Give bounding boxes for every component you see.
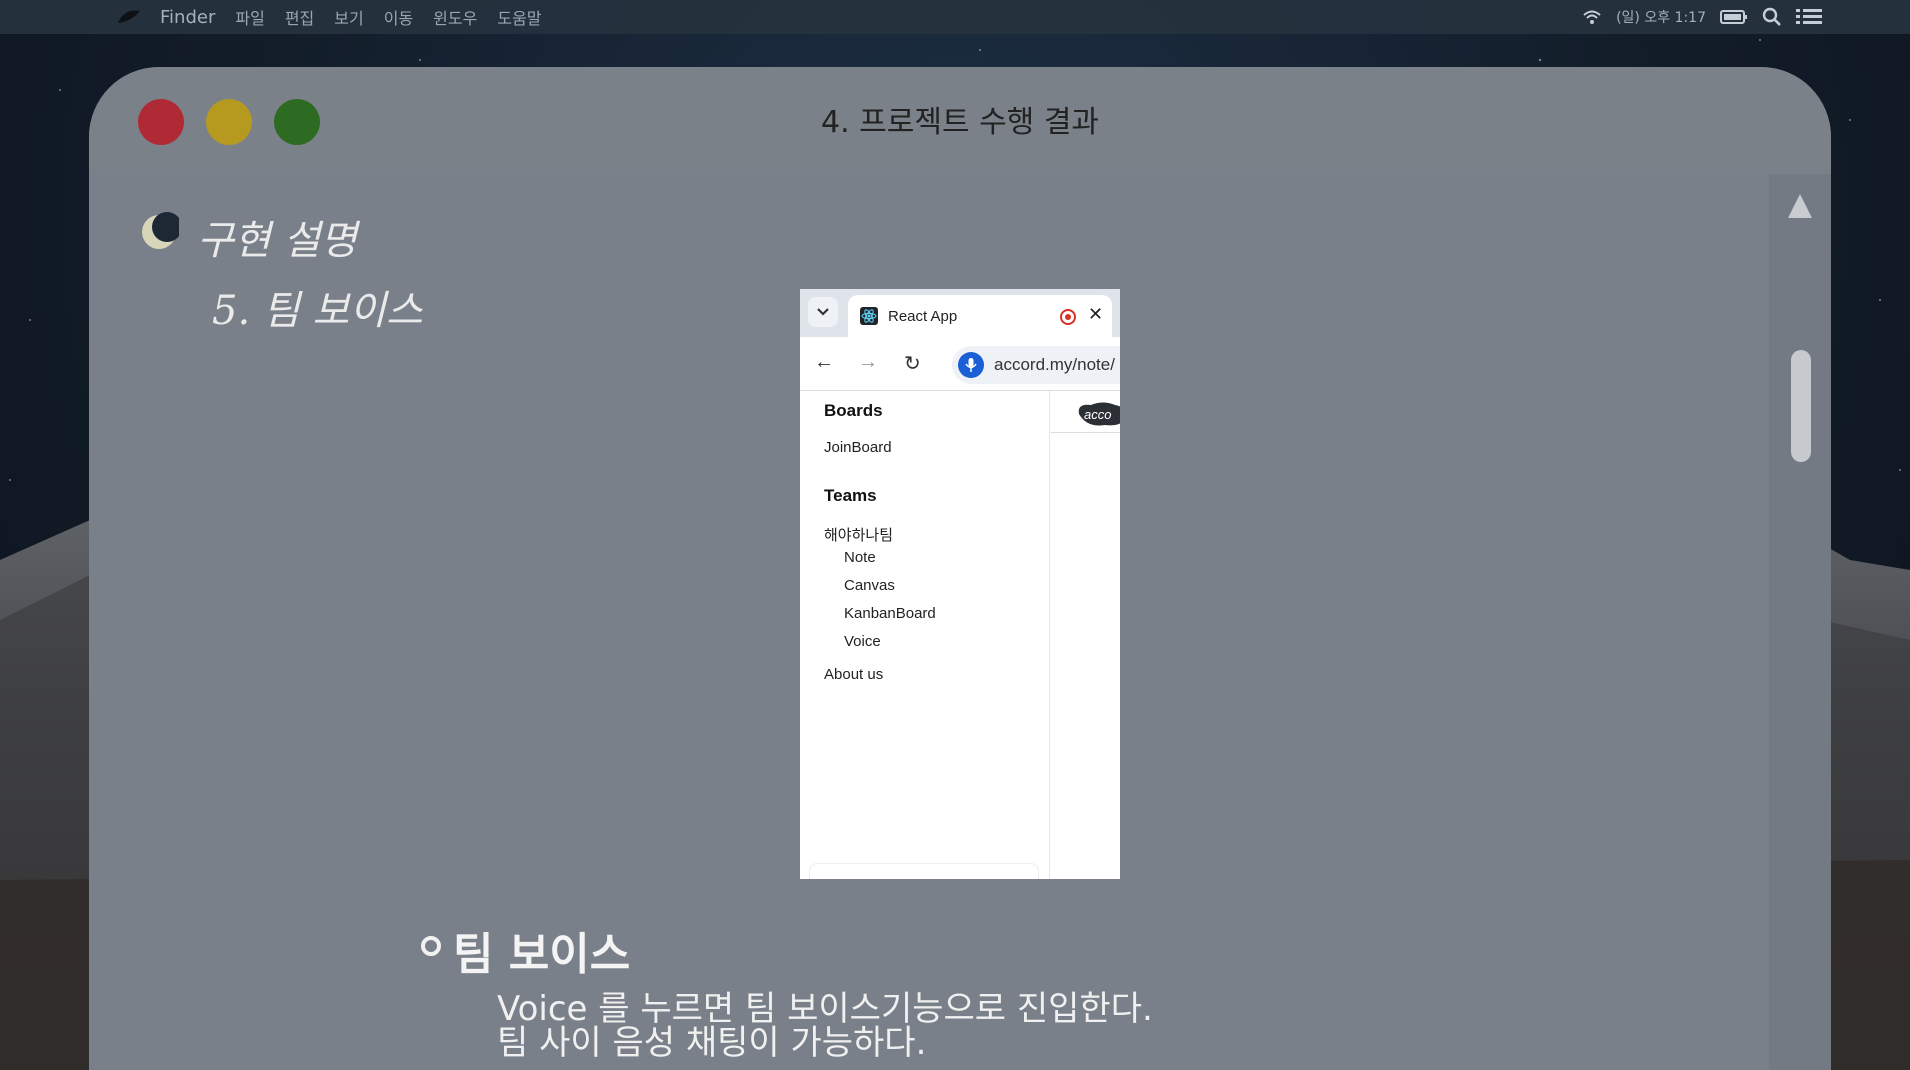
sidebar-item-canvas[interactable]: Canvas (844, 577, 895, 594)
menu-file[interactable]: 파일 (235, 5, 264, 29)
menu-help[interactable]: 도움말 (497, 5, 541, 29)
tab-title: React App (888, 308, 958, 325)
forward-arrow-icon[interactable]: → (858, 351, 878, 374)
scrollbar-thumb[interactable] (1791, 350, 1811, 462)
url-text: accord.my/note/ (994, 355, 1115, 374)
teams-heading: Teams (824, 486, 877, 505)
slide-window: 4. 프로젝트 수행 결과 구현 설명 5. 팀 보이스 React App ✕… (89, 67, 1831, 1070)
tab-search-button[interactable] (808, 297, 838, 327)
bullet-circle (421, 936, 441, 956)
sidebar-item-note[interactable]: Note (844, 549, 876, 566)
close-tab-icon[interactable]: ✕ (1088, 304, 1103, 325)
menu-view[interactable]: 보기 (334, 5, 363, 29)
boards-heading: Boards (824, 401, 883, 420)
control-center-icon[interactable] (1796, 8, 1822, 26)
scroll-up-arrow-icon[interactable] (1788, 194, 1812, 218)
app-header: acco (1051, 391, 1120, 433)
wifi-icon[interactable] (1582, 9, 1602, 25)
sidebar-item-about[interactable]: About us (824, 666, 883, 683)
back-arrow-icon[interactable]: ← (814, 351, 834, 374)
sidebar-item-team[interactable]: 해야하나팀 (824, 524, 893, 545)
voice-panel: Q 요다 (809, 863, 1039, 879)
section-title: 팀 보이스 (453, 929, 631, 980)
moon-icon (142, 212, 179, 249)
vertical-scrollbar[interactable] (1769, 174, 1831, 1070)
reload-icon[interactable]: ↻ (904, 351, 921, 376)
app-sidebar: Boards JoinBoard Teams 해야하나팀 Note Canvas… (800, 391, 1050, 879)
slide-subheading: 5. 팀 보이스 (212, 288, 423, 334)
menu-go[interactable]: 이동 (384, 5, 413, 29)
menu-finder[interactable]: Finder (160, 7, 215, 28)
menu-window[interactable]: 윈도우 (433, 5, 477, 29)
slide-heading: 구현 설명 (197, 218, 357, 264)
description-line-1: Voice 를 누르면 팀 보이스기능으로 진입한다. (497, 989, 1153, 1029)
slide-content: 구현 설명 5. 팀 보이스 React App ✕ ← → ↻ accord.… (89, 174, 1769, 1070)
battery-icon[interactable] (1720, 9, 1748, 25)
browser-tab-strip: React App ✕ (800, 289, 1120, 337)
window-titlebar: 4. 프로젝트 수행 결과 (89, 67, 1831, 174)
browser-screenshot: React App ✕ ← → ↻ accord.my/note/ Boards… (800, 289, 1120, 879)
address-bar[interactable]: accord.my/note/ (952, 346, 1120, 384)
window-title: 4. 프로젝트 수행 결과 (820, 105, 1100, 140)
react-icon (860, 307, 878, 325)
menu-edit[interactable]: 편집 (285, 5, 314, 29)
app-logo[interactable]: acco (1073, 401, 1120, 427)
browser-tab[interactable]: React App ✕ (848, 295, 1112, 337)
microphone-icon[interactable] (958, 352, 984, 378)
menu-bar: Finder 파일 편집 보기 이동 윈도우 도움말 (일) 오후 1:17 (0, 0, 1910, 34)
recording-icon (1060, 309, 1076, 325)
svg-text:acco: acco (1084, 407, 1111, 422)
sidebar-item-kanbanboard[interactable]: KanbanBoard (844, 605, 936, 622)
menubar-clock[interactable]: (일) 오후 1:17 (1616, 7, 1706, 27)
sidebar-item-joinboard[interactable]: JoinBoard (824, 439, 892, 456)
description-line-2: 팀 사이 음성 채팅이 가능하다. (497, 1023, 927, 1063)
chevron-down-icon (817, 308, 829, 316)
app-main-pane: acco (1051, 391, 1120, 879)
browser-toolbar: ← → ↻ accord.my/note/ (800, 337, 1120, 391)
sidebar-item-voice[interactable]: Voice (844, 633, 881, 650)
app-logo-icon[interactable] (116, 9, 142, 25)
section-description: Voice 를 누르면 팀 보이스기능으로 진입한다. 팀 사이 음성 채팅이 … (497, 992, 1153, 1060)
search-icon[interactable] (1762, 7, 1782, 27)
